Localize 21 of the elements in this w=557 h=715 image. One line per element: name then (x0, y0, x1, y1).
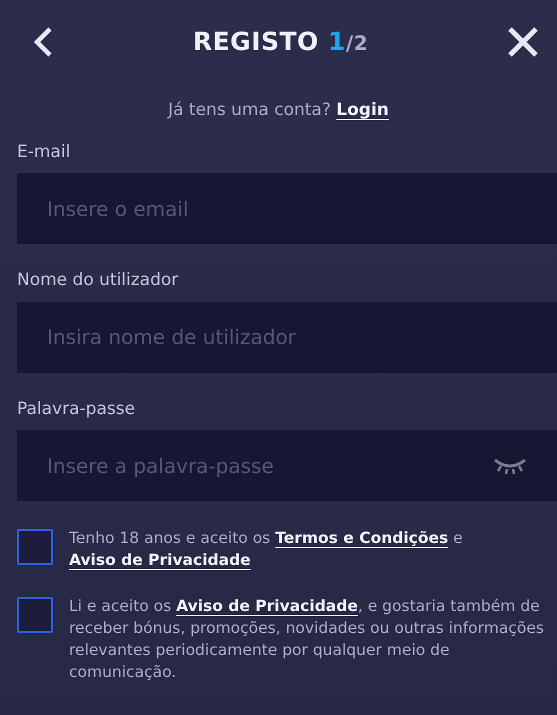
input-field[interactable]: Insira nome de utilizador (17, 302, 557, 372)
consent-link[interactable]: Termos e Condições (275, 529, 448, 547)
login-link[interactable]: Login (336, 100, 389, 120)
page-title: REGISTO 1/2 (192, 26, 368, 58)
back-icon (32, 26, 54, 58)
back-button[interactable] (32, 26, 54, 58)
prompt-text: Já tens uma conta? (168, 100, 332, 120)
checkbox[interactable] (17, 597, 53, 633)
consent-text: Li e aceito os Aviso de Privacidade, e gostaria também de receber bónus, promoções, novidades ou outras informações relevantes periodicamente por qualquer meio de comunicação. (69, 596, 545, 683)
close-button[interactable] (507, 26, 539, 58)
input-field[interactable]: Insere o email (17, 173, 557, 244)
hide-password-icon[interactable] (493, 457, 527, 475)
input-field[interactable]: Insere a palavra-passe (17, 430, 557, 501)
field-label: Palavra-passe (17, 398, 136, 420)
field-label: Nome do utilizador (17, 269, 180, 292)
consent-link[interactable]: Aviso de Privacidade (69, 551, 251, 569)
consent-text: Tenho 18 anos e aceito os Termos e Condições e Aviso de Privacidade (69, 528, 464, 571)
close-icon (507, 26, 539, 58)
field-label: E-mail (17, 140, 72, 164)
checkbox[interactable] (17, 529, 53, 565)
consent-link[interactable]: Aviso de Privacidade (176, 597, 358, 615)
